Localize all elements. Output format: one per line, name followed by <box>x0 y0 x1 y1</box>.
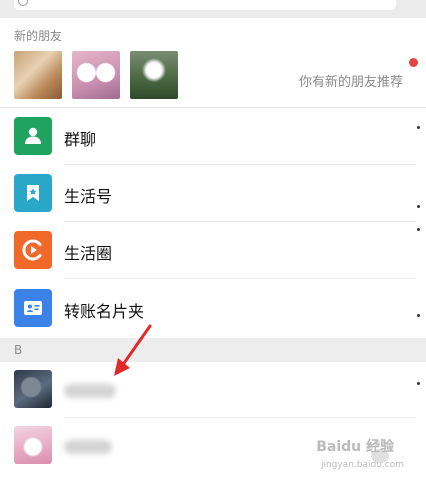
edge-mark <box>417 228 420 231</box>
red-arrow-annotation <box>114 324 152 376</box>
new-friends-hint[interactable]: 你有新的朋友推荐 <box>299 71 403 90</box>
edge-mark <box>417 382 420 385</box>
edge-mark <box>417 205 420 208</box>
friend-thumbnail[interactable] <box>130 51 178 99</box>
edge-mark <box>417 314 420 317</box>
contact-row[interactable] <box>0 362 426 418</box>
row-life-account[interactable]: 生活号 <box>0 165 426 222</box>
row-group-chat[interactable]: 群聊 <box>0 108 426 165</box>
watermark-text: Baidu 经验 <box>316 439 394 455</box>
search-bar-area <box>0 0 426 18</box>
row-label: 生活圈 <box>64 244 113 263</box>
unread-dot-badge <box>409 58 418 67</box>
section-header-b: B <box>0 338 426 362</box>
watermark-url: jingyan.baidu.com <box>320 460 404 470</box>
contact-name-blurred <box>64 440 112 454</box>
friend-thumbnail[interactable] <box>72 51 120 99</box>
row-card-folder[interactable]: 转账名片夹 <box>0 280 426 337</box>
friend-thumbnail[interactable] <box>14 51 62 99</box>
row-label: 转账名片夹 <box>64 302 145 321</box>
new-friends-title: 新的朋友 <box>14 29 63 43</box>
group-chat-icon <box>14 117 52 155</box>
edge-mark <box>417 126 420 129</box>
row-label: 群聊 <box>64 130 97 149</box>
life-circle-icon <box>14 231 52 269</box>
life-account-icon <box>14 174 52 212</box>
divider <box>64 278 416 279</box>
section-letter: B <box>14 343 23 357</box>
avatar <box>14 426 52 464</box>
contact-name-blurred <box>64 384 116 398</box>
new-friends-thumbnails[interactable] <box>14 51 178 99</box>
row-label: 生活号 <box>64 187 113 206</box>
avatar <box>14 370 52 408</box>
row-life-circle[interactable]: 生活圈 <box>0 222 426 279</box>
contacts-page: 新的朋友 你有新的朋友推荐 群聊 生活号 生活圈 转账名片夹 B Baidu 经… <box>0 0 426 482</box>
search-input[interactable] <box>14 0 396 10</box>
card-folder-icon <box>14 289 52 327</box>
